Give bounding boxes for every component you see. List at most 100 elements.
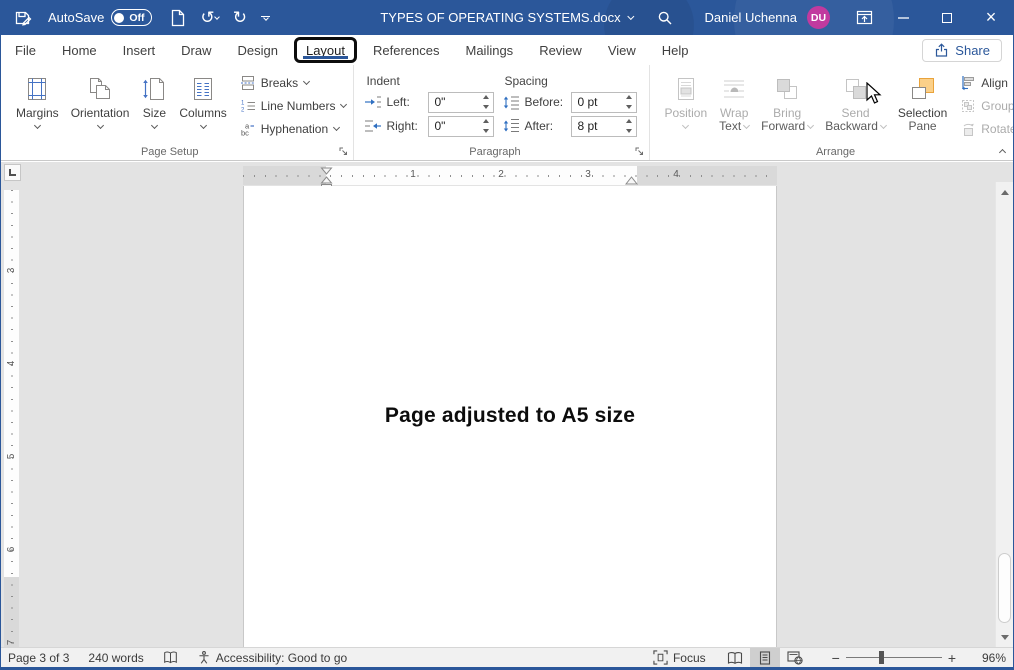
size-button[interactable]: Size (135, 69, 173, 131)
align-button[interactable]: Align (957, 71, 1014, 94)
read-mode-button[interactable] (720, 648, 750, 667)
tab-stop-selector[interactable] (4, 164, 21, 181)
status-bar: Page 3 of 3 240 words Accessibility: Goo… (0, 647, 1014, 670)
spacing-after-icon (502, 118, 520, 134)
customize-quick-access-toolbar-icon[interactable] (261, 16, 270, 20)
save-icon[interactable] (14, 0, 32, 35)
document-body-text[interactable]: Page adjusted to A5 size (244, 404, 776, 428)
tab-file[interactable]: File (2, 35, 49, 65)
tab-review[interactable]: Review (526, 35, 595, 65)
proofing-status-icon[interactable] (163, 650, 178, 665)
vertical-scrollbar[interactable] (995, 182, 1013, 647)
chevron-down-icon (303, 78, 310, 85)
align-icon (960, 75, 976, 91)
mouse-cursor (866, 82, 884, 106)
zoom-out-button[interactable]: − (826, 650, 846, 666)
user-name[interactable]: Daniel Uchenna (704, 10, 797, 25)
zoom-slider-thumb[interactable] (879, 651, 884, 664)
indent-right-field[interactable]: 0" (428, 116, 494, 137)
chevron-down-icon (333, 124, 340, 131)
spacing-after-field[interactable]: 8 pt (571, 116, 637, 137)
chevron-down-icon (743, 121, 750, 128)
share-button[interactable]: Share (922, 39, 1002, 62)
autosave-toggle[interactable]: Off (111, 9, 151, 26)
print-layout-button[interactable] (750, 648, 780, 667)
chevron-down-icon (96, 121, 103, 128)
tab-layout[interactable]: Layout (294, 37, 357, 63)
arrange-group-label: Arrange (650, 146, 1014, 158)
horizontal-ruler[interactable]: 1 2 3 4 (243, 166, 777, 185)
page-setup-group-label: Page Setup (0, 146, 339, 158)
tab-design[interactable]: Design (225, 35, 291, 65)
document-page[interactable]: Page adjusted to A5 size (243, 186, 777, 647)
selection-pane-button[interactable]: Selection Pane (892, 69, 953, 131)
search-icon[interactable] (643, 0, 686, 35)
indent-right-icon (364, 118, 382, 134)
columns-button[interactable]: Columns (173, 69, 232, 131)
zoom-slider[interactable] (846, 657, 942, 658)
orientation-button[interactable]: Orientation (65, 69, 136, 131)
scrollbar-thumb[interactable] (998, 553, 1011, 623)
svg-text:bc: bc (241, 128, 249, 137)
undo-icon[interactable]: ↺ (201, 0, 215, 35)
redo-icon[interactable]: ↻ (233, 0, 247, 35)
arrange-group: Position Wrap Text (650, 65, 1014, 160)
share-label: Share (955, 43, 990, 58)
chevron-down-icon (340, 101, 347, 108)
scroll-down-button[interactable] (996, 629, 1013, 646)
ruler-number: 2 (495, 169, 507, 180)
share-icon (934, 43, 949, 58)
breaks-icon (240, 75, 256, 91)
indent-left-field[interactable]: 0" (428, 92, 494, 113)
indent-label: Indent (364, 71, 494, 90)
ribbon-tab-row: File Home Insert Draw Design Layout Refe… (0, 35, 1014, 65)
maximize-button[interactable] (925, 0, 968, 35)
tab-references[interactable]: References (360, 35, 452, 65)
paragraph-group-label: Paragraph (354, 146, 635, 158)
line-numbers-button[interactable]: 1 2 Line Numbers (237, 94, 350, 117)
spacing-before-icon (502, 94, 520, 110)
tab-home[interactable]: Home (49, 35, 110, 65)
vertical-ruler[interactable]: 3 4 5 6 7 (4, 190, 19, 647)
document-canvas: 1 2 3 4 3 4 5 6 7 Page adjusted to A (0, 162, 1014, 647)
selection-pane-icon (910, 71, 936, 107)
zoom-in-button[interactable]: + (942, 650, 962, 666)
tab-draw[interactable]: Draw (168, 35, 224, 65)
ribbon-layout-tab: Margins Orientation (0, 65, 1014, 161)
word-count[interactable]: 240 words (88, 651, 143, 665)
document-title[interactable]: TYPES OF OPERATING SYSTEMS.docx (380, 10, 633, 25)
page-setup-dialog-launcher[interactable] (338, 146, 349, 157)
spinner-buttons[interactable] (622, 117, 636, 136)
spinner-buttons[interactable] (622, 93, 636, 112)
send-backward-icon (843, 71, 869, 107)
right-indent-marker[interactable] (625, 176, 638, 185)
ribbon-display-options-icon[interactable] (846, 0, 882, 35)
page-indicator[interactable]: Page 3 of 3 (8, 651, 69, 665)
undo-dropdown-chevron-icon[interactable] (214, 14, 220, 20)
web-layout-button[interactable] (780, 648, 810, 667)
focus-button[interactable]: Focus (653, 650, 706, 665)
spacing-before-field[interactable]: 0 pt (571, 92, 637, 113)
tab-view[interactable]: View (595, 35, 649, 65)
tab-mailings[interactable]: Mailings (453, 35, 527, 65)
minimize-button[interactable] (882, 0, 925, 35)
tab-insert[interactable]: Insert (110, 35, 169, 65)
chevron-down-icon (682, 121, 689, 128)
svg-text:2: 2 (241, 107, 245, 113)
spinner-buttons[interactable] (479, 93, 493, 112)
paragraph-dialog-launcher[interactable] (634, 146, 645, 157)
web-layout-icon (787, 651, 803, 665)
avatar[interactable]: DU (807, 6, 830, 29)
new-document-icon[interactable] (170, 0, 185, 35)
hyphenation-button[interactable]: a bc Hyphenation (237, 117, 350, 140)
breaks-button[interactable]: Breaks (237, 71, 350, 94)
tab-help[interactable]: Help (649, 35, 702, 65)
spinner-buttons[interactable] (479, 117, 493, 136)
accessibility-status[interactable]: Accessibility: Good to go (197, 650, 347, 665)
bring-forward-icon (774, 71, 800, 107)
margins-button[interactable]: Margins (10, 69, 65, 131)
close-button[interactable]: × (968, 0, 1014, 35)
zoom-percentage[interactable]: 96% (968, 651, 1006, 665)
scroll-up-button[interactable] (996, 184, 1013, 201)
ruler-number: 4 (6, 358, 17, 369)
